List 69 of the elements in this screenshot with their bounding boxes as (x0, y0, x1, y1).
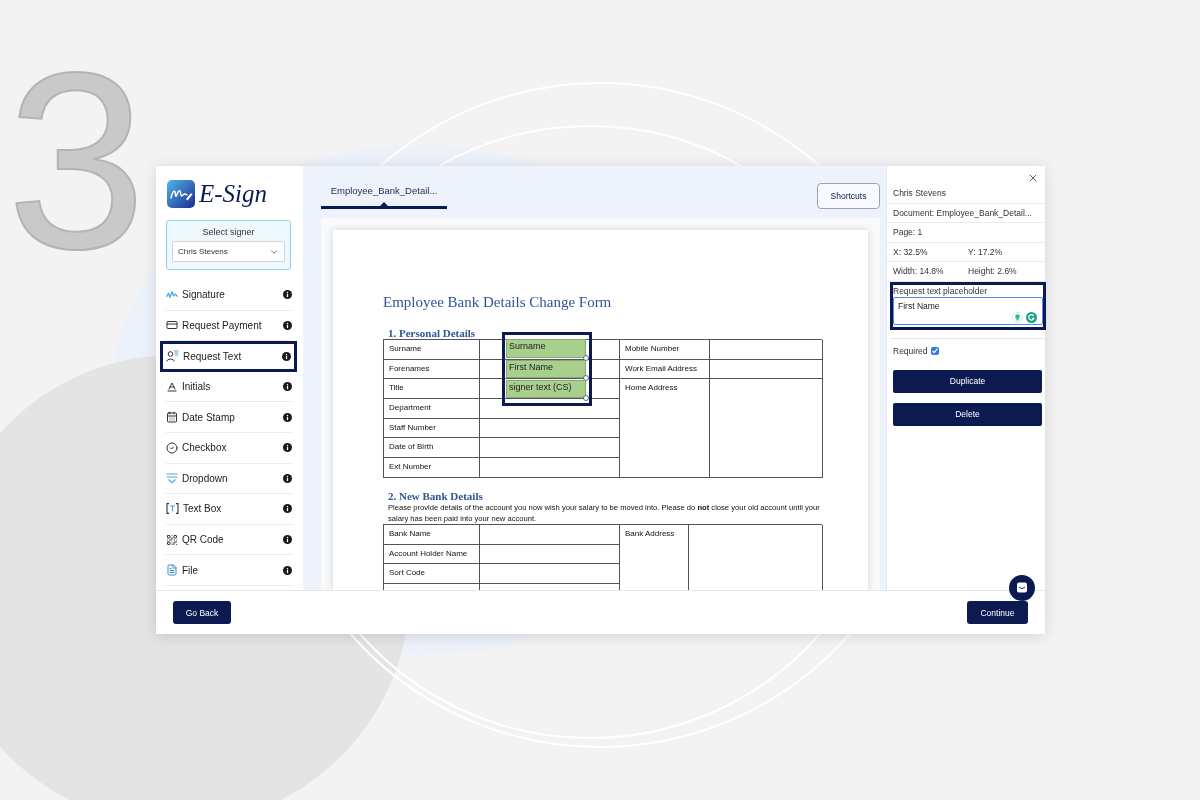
tool-item[interactable]: Request Text (160, 341, 297, 372)
document-tab[interactable]: Employee_Bank_Detail... (321, 180, 447, 209)
y-position: Y: 17.2% (968, 246, 1003, 257)
info-icon[interactable] (283, 443, 292, 453)
section-heading: 1. Personal Details (388, 327, 477, 339)
table-cell: Title (384, 379, 480, 400)
table-cell: Date of Birth (384, 438, 480, 459)
table-cell: Department (384, 399, 480, 419)
page-number: Page: 1 (893, 227, 923, 238)
placeholder-input[interactable]: First Name (893, 296, 1043, 325)
circle-check-icon (166, 441, 178, 454)
info-icon[interactable] (283, 504, 292, 514)
info-icon[interactable] (283, 382, 292, 392)
table-cell: Account Holder Name (384, 544, 480, 565)
list-chevron-icon (166, 472, 178, 484)
document-icon (166, 564, 178, 577)
close-icon (1027, 172, 1039, 184)
placed-text-field[interactable]: First Name (506, 360, 586, 378)
table-cell: Bank Address (620, 524, 689, 590)
go-back-button[interactable]: Go Back (173, 601, 231, 624)
panel-button[interactable]: Delete (893, 402, 1042, 426)
info-icon[interactable] (283, 412, 292, 422)
shortcuts-button[interactable]: Shortcuts (817, 183, 880, 209)
text-box-icon (166, 503, 179, 515)
table-cell: Surname (384, 340, 480, 360)
person-lines-icon (166, 350, 179, 363)
calendar-icon (166, 411, 178, 424)
section-heading: 2. New Bank Details (388, 489, 484, 502)
panel-button[interactable]: Duplicate (893, 369, 1042, 393)
signature-squiggle-icon (166, 290, 178, 300)
document-title: Employee Bank Details Change Form (383, 293, 613, 311)
table-cell: Ext Number (384, 458, 480, 478)
resize-handle[interactable] (583, 395, 589, 401)
field-selection-frame[interactable]: Surname First Name signer text (CS) (502, 332, 592, 406)
chat-icon[interactable] (1009, 575, 1035, 601)
letter-baseline-icon (166, 380, 178, 393)
table-cell: Sort Code (384, 564, 480, 584)
x-position: X: 32.5% (893, 246, 929, 257)
required-checkbox[interactable] (930, 346, 939, 355)
signer-dropdown[interactable]: Chris Stevens (172, 241, 285, 262)
placed-text-field[interactable]: signer text (CS) (506, 380, 586, 398)
logo-text: E-Sign (199, 180, 268, 208)
table-cell: Work Email Address (620, 359, 710, 380)
field-height: Height: 2.6% (968, 266, 1017, 277)
signer-select-label: Select signer (201, 226, 256, 238)
placed-text-field[interactable]: Surname (506, 339, 586, 358)
credit-card-icon (166, 319, 178, 332)
logo-icon (167, 180, 195, 208)
info-icon[interactable] (283, 320, 292, 330)
step-number: 3 (7, 37, 147, 287)
table-cell: Staff Number (384, 418, 480, 439)
required-label: Required (893, 345, 928, 356)
info-icon[interactable] (283, 290, 292, 300)
table-cell: Forenames (384, 359, 480, 380)
qr-code-icon (166, 533, 178, 546)
table-cell: Bank Name (384, 524, 480, 545)
info-icon[interactable] (283, 473, 292, 483)
document-name: Document: Employee_Bank_Detail... (893, 207, 1032, 218)
circular-arrow-icon[interactable] (1026, 311, 1037, 323)
table-cell: Home Address (620, 379, 710, 478)
table-cell: Mobile Number (620, 340, 710, 360)
close-button[interactable] (1027, 172, 1039, 184)
signer-name: Chris Stevens (893, 188, 946, 199)
continue-button[interactable]: Continue (967, 601, 1028, 624)
info-icon[interactable] (283, 535, 292, 545)
info-icon[interactable] (283, 565, 292, 575)
field-width: Width: 14.8% (893, 266, 945, 277)
placeholder-label: Request text placeholder (893, 284, 989, 297)
info-icon[interactable] (282, 352, 291, 361)
